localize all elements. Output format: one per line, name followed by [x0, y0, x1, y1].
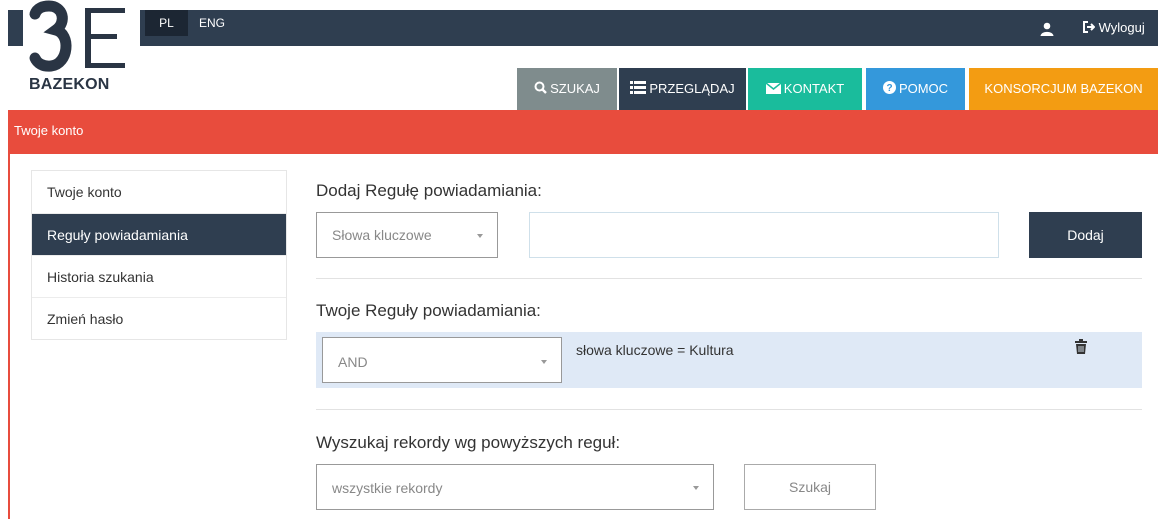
logout-icon [1083, 20, 1099, 35]
logout-button[interactable]: Wyloguj [1083, 10, 1145, 46]
sidebar-item-twoje-konto[interactable]: Twoje konto [32, 171, 286, 213]
sidebar-item-reguly-powiadamiania[interactable]: Reguły powiadamiania [32, 213, 286, 255]
nav-konsorcjum[interactable]: KONSORCJUM BAZEKON [969, 68, 1158, 110]
section-bar: Twoje konto [8, 110, 1158, 154]
account-sidebar: Twoje konto Reguły powiadamiania Histori… [31, 170, 287, 340]
lang-pl-button[interactable]: PL [145, 10, 188, 36]
nav-pomoc-label: POMOC [898, 81, 949, 96]
add-rule-button[interactable]: Dodaj [1029, 212, 1142, 258]
nav-szukaj-label: SZUKAJ [550, 81, 600, 96]
delete-rule-button[interactable] [1075, 339, 1087, 359]
nav-kontakt[interactable]: KONTAKT [748, 68, 862, 110]
your-rules-heading: Twoje Reguły powiadamiania: [316, 301, 541, 320]
chevron-down-icon [477, 234, 483, 238]
rule-field-select[interactable]: Słowa kluczowe [316, 212, 498, 258]
search-icon [534, 68, 547, 110]
help-icon: ? [882, 68, 896, 110]
divider [316, 278, 1142, 279]
sidebar-item-zmien-haslo[interactable]: Zmień hasło [32, 297, 286, 339]
nav-szukaj[interactable]: SZUKAJ [517, 68, 617, 110]
logo-mark-icon [29, 0, 125, 72]
rule-field-select-value: Słowa kluczowe [332, 227, 432, 243]
nav-przegladaj[interactable]: PRZEGLĄDAJ [619, 68, 746, 110]
rule-description: słowa kluczowe = Kultura [576, 342, 734, 358]
logo[interactable]: BAZEKON [23, 0, 140, 103]
add-rule-heading: Dodaj Regułę powiadamiania: [316, 181, 542, 200]
chevron-down-icon [693, 486, 699, 490]
svg-text:?: ? [886, 83, 892, 94]
nav-przegladaj-label: PRZEGLĄDAJ [649, 81, 735, 96]
nav-pomoc[interactable]: ? POMOC [866, 68, 965, 110]
trash-icon [1075, 339, 1087, 354]
rule-keyword-input[interactable] [529, 212, 999, 258]
rule-operator-select[interactable]: AND [322, 337, 562, 383]
nav-konsorcjum-label: KONSORCJUM BAZEKON [984, 81, 1143, 96]
divider [316, 409, 1142, 410]
left-accent-line [8, 154, 10, 519]
section-title: Twoje konto [14, 123, 84, 138]
lang-eng-button[interactable]: ENG [192, 10, 232, 36]
search-scope-select[interactable]: wszystkie rekordy [316, 464, 714, 510]
logout-label: Wyloguj [1098, 20, 1145, 35]
chevron-down-icon [541, 360, 547, 364]
rule-operator-value: AND [338, 354, 368, 370]
nav-kontakt-label: KONTAKT [783, 81, 845, 96]
search-scope-value: wszystkie rekordy [332, 480, 443, 496]
logo-text: BAZEKON [29, 76, 110, 93]
search-heading: Wyszukaj rekordy wg powyższych reguł: [316, 433, 621, 452]
search-button[interactable]: Szukaj [744, 464, 876, 510]
list-icon [630, 68, 647, 110]
user-icon[interactable] [1040, 10, 1054, 46]
sidebar-item-historia-szukania[interactable]: Historia szukania [32, 255, 286, 297]
envelope-icon [765, 68, 782, 110]
